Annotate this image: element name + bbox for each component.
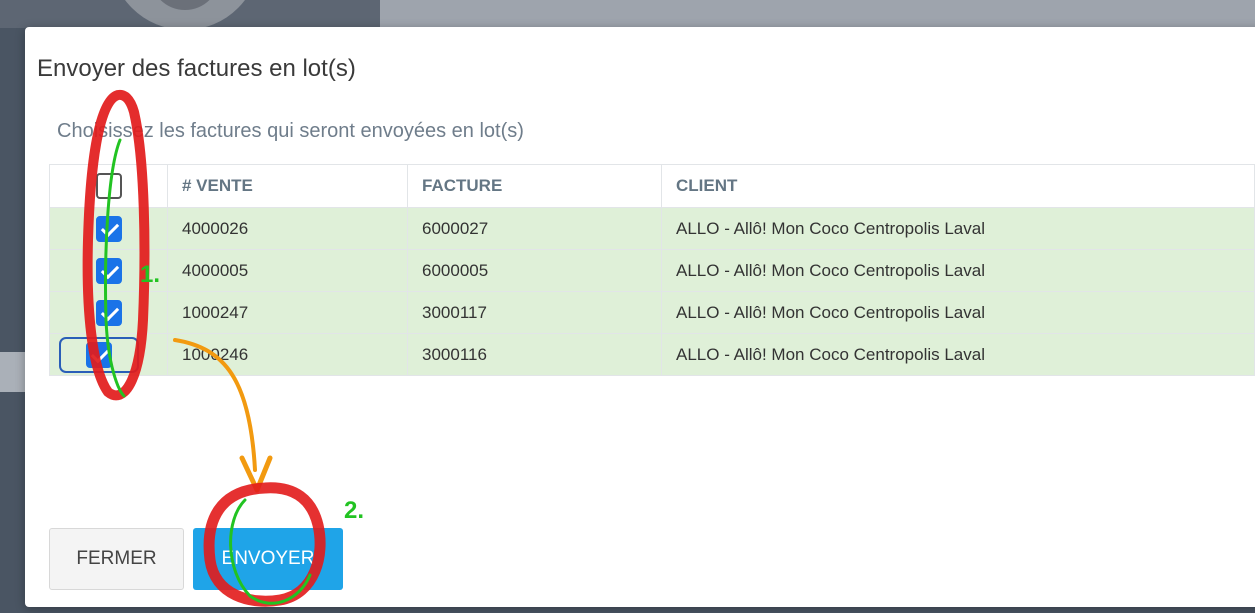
facture-cell: 3000117 (407, 291, 662, 334)
invoice-table: # VENTE FACTURE CLIENT 4000026 6000027 A… (49, 164, 1255, 376)
table-row[interactable]: 1000246 3000116 ALLO - Allô! Mon Coco Ce… (49, 333, 1255, 376)
header-select-cell (49, 164, 168, 208)
table-header-row: # VENTE FACTURE CLIENT (49, 164, 1255, 208)
row-select-cell (49, 249, 168, 292)
row-select-cell (49, 291, 168, 334)
facture-cell: 6000027 (407, 207, 662, 250)
background-header-bar (380, 0, 1255, 28)
row-checkbox[interactable] (95, 215, 122, 242)
dialog-subtitle: Choisissez les factures qui seront envoy… (57, 120, 524, 142)
table-row[interactable]: 1000247 3000117 ALLO - Allô! Mon Coco Ce… (49, 291, 1255, 334)
row-checkbox[interactable] (85, 341, 112, 368)
table-row[interactable]: 4000005 6000005 ALLO - Allô! Mon Coco Ce… (49, 249, 1255, 292)
facture-cell: 6000005 (407, 249, 662, 292)
row-select-cell (49, 333, 168, 376)
send-button[interactable]: ENVOYER (193, 528, 343, 590)
row-select-cell (49, 207, 168, 250)
vente-cell: 4000005 (167, 249, 408, 292)
background-side-tab (0, 352, 25, 392)
row-checkbox[interactable] (95, 299, 122, 326)
table-row[interactable]: 4000026 6000027 ALLO - Allô! Mon Coco Ce… (49, 207, 1255, 250)
client-cell: ALLO - Allô! Mon Coco Centropolis Laval (661, 249, 1255, 292)
column-header-client[interactable]: CLIENT (661, 164, 1255, 208)
client-cell: ALLO - Allô! Mon Coco Centropolis Laval (661, 207, 1255, 250)
close-button[interactable]: FERMER (49, 528, 184, 590)
select-all-checkbox[interactable] (95, 173, 122, 199)
client-cell: ALLO - Allô! Mon Coco Centropolis Laval (661, 333, 1255, 376)
column-header-facture[interactable]: FACTURE (407, 164, 662, 208)
vente-cell: 4000026 (167, 207, 408, 250)
checkbox-focus-ring (58, 336, 139, 373)
row-checkbox[interactable] (95, 257, 122, 284)
client-cell: ALLO - Allô! Mon Coco Centropolis Laval (661, 291, 1255, 334)
column-header-vente[interactable]: # VENTE (167, 164, 408, 208)
vente-cell: 1000247 (167, 291, 408, 334)
dialog-title: Envoyer des factures en lot(s) (37, 55, 356, 82)
vente-cell: 1000246 (167, 333, 408, 376)
facture-cell: 3000116 (407, 333, 662, 376)
